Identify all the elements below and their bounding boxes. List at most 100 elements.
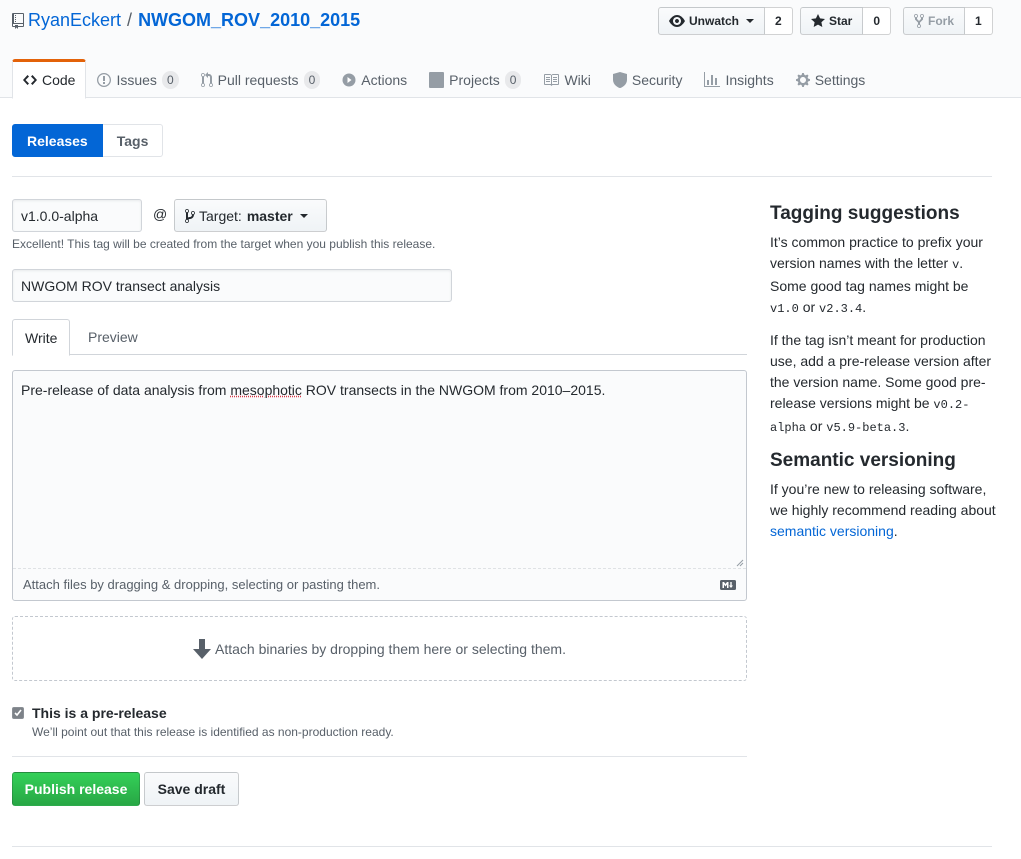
tag-name-input[interactable]: v1.0.0-alpha	[12, 199, 142, 232]
shield-icon	[612, 72, 627, 88]
star-count[interactable]: 0	[863, 7, 892, 35]
unwatch-label: Unwatch	[689, 14, 740, 28]
branch-icon	[185, 208, 195, 223]
tab-issues-label: Issues	[116, 72, 157, 88]
publish-release-button[interactable]: Publish release	[12, 772, 140, 806]
tab-write[interactable]: Write	[12, 319, 71, 356]
text: It’s common practice to prefix your vers…	[770, 234, 983, 271]
divider	[12, 756, 747, 757]
unwatch-button[interactable]: Unwatch	[658, 7, 766, 35]
prerelease-label[interactable]: This is a pre-release	[32, 705, 167, 721]
editor-tabs: Write Preview	[12, 319, 747, 356]
chevron-down-icon	[746, 19, 755, 23]
fork-button[interactable]: Fork	[903, 7, 966, 35]
code-icon	[23, 75, 37, 85]
release-title-input[interactable]: NWGOM ROV transect analysis	[12, 269, 452, 302]
attach-binaries-label: Attach binaries by dropping them here or…	[215, 640, 566, 657]
watch-group: Unwatch 2	[658, 7, 793, 35]
tab-pull-requests[interactable]: Pull requests 0	[190, 59, 332, 99]
text: or	[798, 299, 820, 315]
fork-count[interactable]: 1	[965, 7, 993, 35]
text: .	[862, 299, 867, 315]
repo-separator: /	[127, 10, 133, 30]
check-icon	[14, 709, 22, 717]
tab-actions[interactable]: Actions	[331, 59, 418, 99]
target-branch-button[interactable]: Target: master	[174, 199, 327, 232]
repo-header: RyanEckert / NWGOM_ROV_2010_2015 Unwatch…	[0, 0, 1021, 99]
tab-preview[interactable]: Preview	[76, 319, 150, 355]
arrow-down-icon	[193, 638, 211, 659]
sidebar: Tagging suggestions It’s common practice…	[770, 202, 1000, 552]
tab-tags[interactable]: Tags	[102, 124, 164, 157]
play-icon	[342, 73, 356, 87]
text: .	[905, 418, 910, 434]
issue-icon	[97, 73, 112, 87]
code-sample: v5.9-beta.3	[826, 421, 906, 435]
pulls-counter: 0	[303, 71, 321, 89]
description-misspelled-word: mesophotic	[230, 382, 302, 398]
repo-title: RyanEckert / NWGOM_ROV_2010_2015	[12, 10, 360, 31]
code-sample: v1.0	[770, 302, 799, 316]
tab-releases[interactable]: Releases	[12, 124, 103, 157]
text: If you’re new to releasing software, we …	[770, 481, 996, 518]
at-symbol: @	[153, 206, 168, 222]
save-draft-button[interactable]: Save draft	[144, 772, 239, 806]
fork-group: Fork 1	[903, 7, 993, 35]
repo-nav: Code Issues 0 Pull requests 0 Actions Pr…	[12, 59, 876, 99]
tab-security[interactable]: Security	[602, 59, 694, 99]
eye-icon	[669, 15, 685, 27]
code-sample: v2.3.4	[819, 302, 863, 316]
description-text: Pre-release of data analysis from mesoph…	[21, 382, 605, 398]
semantic-versioning-heading: Semantic versioning	[770, 450, 956, 471]
tab-code[interactable]: Code	[12, 59, 87, 99]
tab-projects[interactable]: Projects 0	[418, 59, 532, 99]
release-description-textarea[interactable]: Pre-release of data analysis from mesoph…	[12, 370, 747, 601]
star-group: Star 0	[800, 7, 892, 35]
semantic-versioning-link[interactable]: semantic versioning	[770, 523, 894, 539]
watch-count[interactable]: 2	[765, 7, 793, 35]
attach-files-bar[interactable]: Attach files by dragging & dropping, sel…	[13, 568, 746, 600]
markdown-icon[interactable]	[720, 580, 736, 590]
tab-wiki-label: Wiki	[564, 72, 591, 88]
issues-counter: 0	[161, 71, 179, 89]
graph-icon	[704, 72, 721, 87]
star-label: Star	[829, 14, 853, 28]
repo-name-link[interactable]: NWGOM_ROV_2010_2015	[138, 10, 360, 31]
tab-insights-label: Insights	[725, 72, 774, 88]
attach-binaries-dropzone[interactable]: Attach binaries by dropping them here or…	[12, 616, 747, 681]
releases-subnav: Releases Tags	[12, 124, 164, 157]
semver-paragraph: If you’re new to releasing software, we …	[770, 479, 1000, 542]
target-label: Target:	[199, 207, 242, 224]
tab-settings[interactable]: Settings	[785, 59, 877, 99]
tagging-paragraph-1: It’s common practice to prefix your vers…	[770, 232, 1000, 320]
fork-icon	[914, 13, 924, 29]
target-branch-name: master	[246, 207, 293, 224]
text: or	[806, 418, 827, 434]
book-icon	[544, 74, 560, 86]
tab-actions-label: Actions	[361, 72, 408, 88]
prerelease-checkbox[interactable]	[12, 707, 24, 719]
fork-label: Fork	[928, 14, 955, 28]
text: .	[893, 523, 898, 539]
repo-owner-link[interactable]: RyanEckert	[28, 10, 121, 31]
tab-insights[interactable]: Insights	[693, 59, 784, 99]
attach-files-note: Attach files by dragging & dropping, sel…	[23, 577, 380, 592]
tab-code-label: Code	[42, 72, 76, 88]
resize-handle-icon[interactable]	[736, 559, 744, 567]
star-button[interactable]: Star	[800, 7, 864, 35]
project-icon	[429, 72, 445, 88]
prerelease-note: We’ll point out that this release is ide…	[32, 725, 394, 739]
tagging-paragraph-2: If the tag isn’t meant for production us…	[770, 330, 1000, 439]
projects-counter: 0	[504, 71, 522, 89]
tab-settings-label: Settings	[814, 72, 866, 88]
star-icon	[811, 14, 825, 27]
tab-security-label: Security	[631, 72, 683, 88]
tab-issues[interactable]: Issues 0	[86, 59, 189, 99]
gear-icon	[795, 73, 810, 87]
repo-icon	[12, 12, 24, 29]
tab-projects-label: Projects	[449, 72, 500, 88]
tagging-suggestions-heading: Tagging suggestions	[770, 203, 960, 224]
description-text-part2: ROV transects in the NWGOM from 2010–201…	[301, 382, 606, 398]
pull-request-icon	[200, 72, 213, 88]
tab-wiki[interactable]: Wiki	[532, 59, 601, 99]
